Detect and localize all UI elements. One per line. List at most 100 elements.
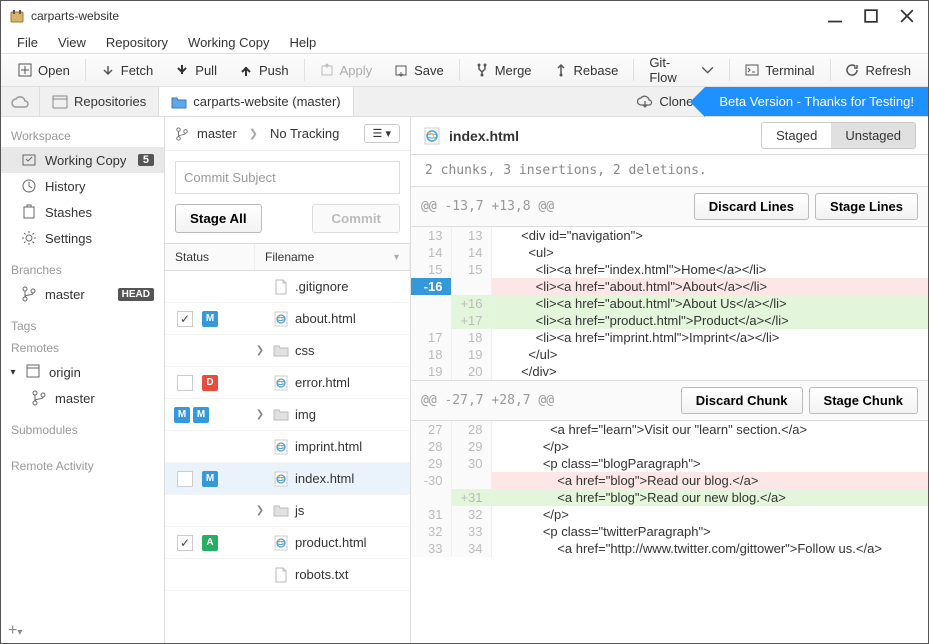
open-button[interactable]: Open xyxy=(7,58,81,83)
workspace-header: Workspace xyxy=(1,125,164,147)
caret-down-icon: ▾ xyxy=(9,367,17,378)
folder-icon xyxy=(273,503,289,519)
file-row[interactable]: .gitignore xyxy=(165,271,410,303)
merge-label: Merge xyxy=(495,63,532,78)
sidebar-branch-master[interactable]: master HEAD xyxy=(1,281,164,307)
sidebar-stashes[interactable]: Stashes xyxy=(1,199,164,225)
apply-button[interactable]: Apply xyxy=(309,58,384,83)
status-badge: M xyxy=(174,407,190,423)
file-icon xyxy=(273,567,289,583)
file-checkbox[interactable]: ✓ xyxy=(177,311,193,327)
col-status[interactable]: Status xyxy=(165,244,255,270)
folder-icon xyxy=(171,95,187,109)
sidebar-origin-master[interactable]: master xyxy=(1,385,164,411)
file-name: .gitignore xyxy=(295,279,348,294)
fetch-button[interactable]: Fetch xyxy=(90,58,165,83)
file-name: robots.txt xyxy=(295,567,348,582)
push-button[interactable]: Push xyxy=(228,58,300,83)
commit-button[interactable]: Commit xyxy=(312,204,400,233)
chunk2-range: @@ -27,7 +28,7 @@ xyxy=(421,393,675,408)
open-icon xyxy=(18,63,32,77)
file-checkbox[interactable] xyxy=(177,375,193,391)
discard-chunk-button[interactable]: Discard Chunk xyxy=(681,387,803,414)
stage-chunk-button[interactable]: Stage Chunk xyxy=(809,387,918,414)
breadcrumb: Repositories carparts-website (master) C… xyxy=(1,87,928,117)
file-row[interactable]: MM❯img xyxy=(165,399,410,431)
gitflow-button[interactable]: Git-Flow xyxy=(638,50,725,90)
stage-all-button[interactable]: Stage All xyxy=(175,204,262,233)
rebase-label: Rebase xyxy=(574,63,619,78)
commit-subject-input[interactable]: Commit Subject xyxy=(175,161,400,194)
discard-lines-button[interactable]: Discard Lines xyxy=(694,193,809,220)
file-icon xyxy=(273,279,289,295)
cloud-button[interactable] xyxy=(1,87,40,116)
menu-view[interactable]: View xyxy=(48,33,96,52)
submodules-header: Submodules xyxy=(1,419,164,441)
chevron-right-icon: ❯ xyxy=(249,127,258,140)
staged-tab[interactable]: Staged xyxy=(762,123,831,148)
repositories-crumb[interactable]: Repositories xyxy=(40,87,159,116)
repo-crumb[interactable]: carparts-website (master) xyxy=(159,87,353,116)
sidebar-history[interactable]: History xyxy=(1,173,164,199)
file-checkbox[interactable]: ✓ xyxy=(177,535,193,551)
merge-button[interactable]: Merge xyxy=(464,58,543,83)
file-row[interactable]: ✓Aproduct.html xyxy=(165,527,410,559)
file-name: index.html xyxy=(295,471,354,486)
maximize-button[interactable] xyxy=(864,9,878,23)
sort-icon[interactable]: ▾ xyxy=(394,252,399,263)
terminal-button[interactable]: Terminal xyxy=(734,58,825,83)
minimize-button[interactable] xyxy=(828,9,842,23)
sidebar-settings[interactable]: Settings xyxy=(1,225,164,251)
file-name: img xyxy=(295,407,316,422)
file-row[interactable]: ❯js xyxy=(165,495,410,527)
current-branch[interactable]: master xyxy=(197,126,237,141)
menu-file[interactable]: File xyxy=(7,33,48,52)
unstaged-tab[interactable]: Unstaged xyxy=(831,123,915,148)
chunk1-range: @@ -13,7 +13,8 @@ xyxy=(421,199,688,214)
pull-button[interactable]: Pull xyxy=(164,58,228,83)
file-list: .gitignore ✓Mabout.html❯cssDerror.html M M ❯… xyxy=(165,271,410,643)
branch-master-label: master xyxy=(45,287,85,302)
save-button[interactable]: Save xyxy=(383,58,455,83)
gitflow-label: Git-Flow xyxy=(649,55,695,85)
status-badge: M xyxy=(202,471,218,487)
options-dropdown[interactable]: ☰ ▾ xyxy=(364,124,400,143)
save-label: Save xyxy=(414,63,444,78)
settings-label: Settings xyxy=(45,231,92,246)
file-row[interactable]: imprint.html xyxy=(165,431,410,463)
terminal-icon xyxy=(745,63,759,77)
repo-label: carparts-website (master) xyxy=(193,94,340,109)
menu-help[interactable]: Help xyxy=(279,33,326,52)
refresh-button[interactable]: Refresh xyxy=(834,58,922,83)
close-button[interactable] xyxy=(900,9,914,23)
expand-caret[interactable]: ❯ xyxy=(253,409,267,420)
pull-label: Pull xyxy=(195,63,217,78)
open-label: Open xyxy=(38,63,70,78)
push-label: Push xyxy=(259,63,289,78)
menu-working-copy[interactable]: Working Copy xyxy=(178,33,279,52)
menu-repository[interactable]: Repository xyxy=(96,33,178,52)
sidebar-remote-origin[interactable]: ▾ origin xyxy=(1,359,164,385)
head-badge: HEAD xyxy=(118,288,154,301)
file-name: product.html xyxy=(295,535,367,550)
col-filename[interactable]: Filename xyxy=(265,250,314,264)
app-icon xyxy=(9,8,25,24)
add-button[interactable]: +▾ xyxy=(8,622,22,640)
file-row[interactable]: ❯css xyxy=(165,335,410,367)
tags-header: Tags xyxy=(1,315,164,337)
sidebar-working-copy[interactable]: Working Copy 5 xyxy=(1,147,164,173)
file-checkbox[interactable] xyxy=(177,471,193,487)
file-row[interactable]: robots.txt xyxy=(165,559,410,591)
apply-label: Apply xyxy=(340,63,373,78)
rebase-button[interactable]: Rebase xyxy=(543,58,630,83)
file-row[interactable]: Derror.html xyxy=(165,367,410,399)
expand-caret[interactable]: ❯ xyxy=(253,345,267,356)
branch-crumb: master ❯ No Tracking ☰ ▾ xyxy=(165,117,410,151)
working-copy-count: 5 xyxy=(138,154,154,166)
branch-icon xyxy=(175,127,189,141)
stage-lines-button[interactable]: Stage Lines xyxy=(815,193,918,220)
file-row[interactable]: Mindex.html xyxy=(165,463,410,495)
expand-caret[interactable]: ❯ xyxy=(253,505,267,516)
tracking-label[interactable]: No Tracking xyxy=(270,126,339,141)
file-row[interactable]: ✓Mabout.html xyxy=(165,303,410,335)
